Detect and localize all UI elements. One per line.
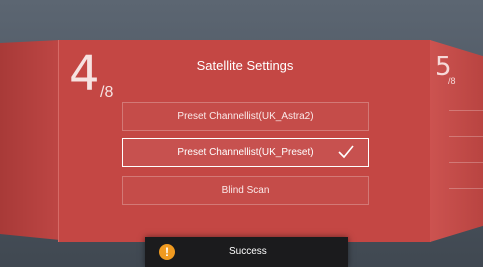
warning-icon: !: [159, 244, 175, 260]
option-preset-uk[interactable]: Preset Channellist(UK_Preset): [122, 138, 369, 167]
next-step-total: /8: [448, 76, 456, 86]
screen: 4 /8 Satellite Settings Preset Channelli…: [0, 0, 483, 267]
next-step-panel: 5 /8: [430, 40, 483, 242]
next-panel-line: [449, 136, 483, 151]
exclamation-glyph: !: [165, 245, 169, 259]
next-panel-line: [449, 188, 483, 203]
option-label: Blind Scan: [221, 185, 270, 196]
next-panel-line: [449, 110, 483, 125]
previous-step-panel: [0, 40, 60, 240]
toast-message: Success: [229, 246, 267, 257]
checkmark-icon: [338, 145, 354, 159]
wizard-card: 4 /8 Satellite Settings Preset Channelli…: [58, 40, 431, 242]
option-blind-scan[interactable]: Blind Scan: [122, 176, 369, 205]
toast-notification: ! Success: [145, 237, 348, 267]
option-label: Preset Channellist(UK_Preset): [177, 147, 314, 158]
page-title: Satellite Settings: [196, 58, 294, 73]
option-preset-astra2[interactable]: Preset Channellist(UK_Astra2): [122, 102, 369, 131]
total-steps: /8: [100, 84, 114, 101]
option-label: Preset Channellist(UK_Astra2): [177, 111, 314, 122]
next-panel-line: [449, 162, 483, 177]
